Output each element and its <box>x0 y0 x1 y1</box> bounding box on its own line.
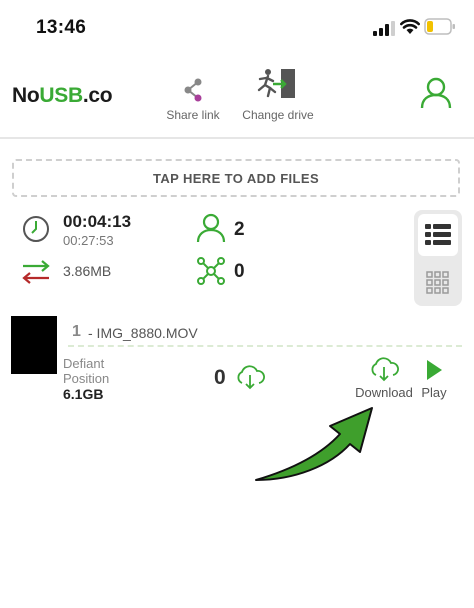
pointer-arrow <box>255 407 373 481</box>
transfer-size: 3.86MB <box>63 263 112 279</box>
download-count: 0 <box>214 366 226 389</box>
list-view-button[interactable] <box>418 214 458 256</box>
device-name-line1: Defiant <box>63 356 105 371</box>
network-icon <box>197 257 225 285</box>
file-index: 1 <box>72 323 81 340</box>
play-label: Play <box>421 385 447 400</box>
status-time: 13:46 <box>36 17 87 38</box>
clock-icon <box>23 216 49 242</box>
grid-view-icon <box>426 271 449 294</box>
device-name-line2: Position <box>63 371 110 386</box>
cloud-download-icon <box>237 365 265 390</box>
header-divider <box>0 137 474 139</box>
users-count: 2 <box>234 219 245 240</box>
users-icon <box>196 213 226 243</box>
download-button[interactable]: Download <box>352 356 416 400</box>
file-divider <box>68 345 462 347</box>
transfer-icon <box>22 260 50 284</box>
download-icon <box>371 357 399 382</box>
share-link-button[interactable]: Share link <box>164 78 222 122</box>
grid-view-button[interactable] <box>418 262 458 302</box>
add-files-button[interactable]: TAP HERE TO ADD FILES <box>12 159 460 197</box>
file-thumbnail[interactable] <box>11 316 57 374</box>
change-drive-icon <box>257 69 295 98</box>
logo-highlight: USB <box>39 84 83 107</box>
list-view-icon <box>425 224 451 245</box>
file-name[interactable]: - IMG_8880.MOV <box>88 325 198 341</box>
play-button[interactable]: Play <box>418 356 450 400</box>
logo-prefix: No <box>12 84 40 107</box>
change-drive-label: Change drive <box>242 108 314 122</box>
share-icon <box>184 78 202 102</box>
change-drive-button[interactable]: Change drive <box>240 68 316 122</box>
remaining-time: 00:27:53 <box>63 233 114 248</box>
play-icon <box>427 360 442 380</box>
connections-count: 0 <box>234 261 245 282</box>
battery-icon <box>424 18 455 35</box>
user-icon[interactable] <box>420 77 452 109</box>
download-label: Download <box>355 385 413 400</box>
signal-icon <box>373 21 395 36</box>
elapsed-time: 00:04:13 <box>63 212 132 231</box>
wifi-icon <box>400 19 420 34</box>
logo-suffix: .co <box>82 84 113 107</box>
file-size: 6.1GB <box>63 386 104 402</box>
app-logo[interactable]: NoUSB.co <box>12 84 113 108</box>
share-link-label: Share link <box>166 108 220 122</box>
